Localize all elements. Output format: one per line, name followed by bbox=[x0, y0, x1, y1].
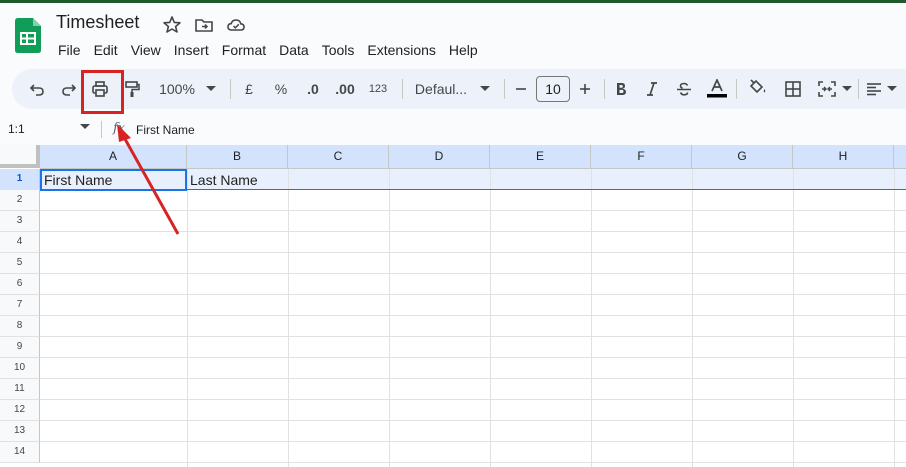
number-format-button[interactable]: 123 bbox=[365, 69, 391, 109]
column-header-a[interactable]: A bbox=[40, 145, 187, 169]
bold-icon bbox=[617, 83, 626, 95]
chevron-down-icon bbox=[206, 86, 216, 91]
column-header-f[interactable]: F bbox=[591, 145, 692, 169]
select-all-corner[interactable] bbox=[0, 145, 40, 168]
plus-icon bbox=[580, 84, 590, 94]
row-header-1[interactable]: 1 bbox=[0, 169, 40, 190]
fill-color-icon bbox=[749, 79, 766, 94]
column-header-h[interactable]: H bbox=[793, 145, 894, 169]
redo-button[interactable] bbox=[58, 69, 80, 109]
row-header-12[interactable]: 12 bbox=[0, 400, 40, 421]
row-header-14[interactable]: 14 bbox=[0, 442, 40, 463]
text-color-icon bbox=[707, 79, 727, 98]
menu-edit[interactable]: Edit bbox=[93, 40, 124, 61]
minus-icon bbox=[516, 88, 526, 90]
move-to-folder-icon[interactable] bbox=[194, 15, 214, 35]
align-left-icon bbox=[867, 83, 881, 96]
merge-cells-button[interactable] bbox=[816, 69, 838, 109]
font-select[interactable]: Defaul... bbox=[412, 69, 470, 109]
increase-font-size-button[interactable] bbox=[577, 69, 593, 109]
fill-color-button[interactable] bbox=[747, 69, 769, 109]
cloud-saved-icon[interactable] bbox=[226, 15, 246, 35]
row-header-10[interactable]: 10 bbox=[0, 358, 40, 379]
row-header-11[interactable]: 11 bbox=[0, 379, 40, 400]
italic-button[interactable] bbox=[643, 69, 661, 109]
decrease-font-size-button[interactable] bbox=[513, 69, 529, 109]
increase-decimal-button[interactable]: .00 bbox=[333, 69, 357, 109]
strikethrough-icon bbox=[677, 82, 691, 96]
merge-cells-icon bbox=[818, 81, 836, 97]
bold-button[interactable] bbox=[612, 69, 630, 109]
text-color-button[interactable] bbox=[706, 69, 728, 109]
column-header-partial[interactable] bbox=[894, 145, 906, 169]
decrease-decimal-button[interactable]: .0 bbox=[301, 69, 325, 109]
font-size-input[interactable]: 10 bbox=[536, 76, 570, 102]
borders-button[interactable] bbox=[783, 69, 803, 109]
undo-button[interactable] bbox=[26, 69, 48, 109]
menu-tools[interactable]: Tools bbox=[321, 40, 361, 61]
menu-data[interactable]: Data bbox=[278, 40, 315, 61]
strikethrough-button[interactable] bbox=[675, 69, 693, 109]
toolbar: 100% £ % .0 .00 123 Defaul... 10 bbox=[12, 69, 906, 109]
chevron-down-icon[interactable] bbox=[80, 124, 90, 130]
document-title[interactable]: Timesheet bbox=[56, 12, 139, 33]
align-dropdown[interactable] bbox=[886, 69, 898, 109]
decrease-decimal-label: .0 bbox=[307, 81, 319, 97]
percent-format-button[interactable]: % bbox=[272, 69, 290, 109]
italic-icon bbox=[647, 82, 657, 96]
paint-format-button[interactable] bbox=[122, 69, 142, 109]
name-box[interactable]: 1:1 bbox=[8, 122, 25, 136]
row-header-5[interactable]: 5 bbox=[0, 253, 40, 274]
undo-icon bbox=[29, 84, 44, 96]
paint-format-icon bbox=[125, 81, 140, 97]
menu-insert[interactable]: Insert bbox=[173, 40, 215, 61]
fx-icon: fx bbox=[113, 121, 126, 136]
chevron-down-icon bbox=[480, 86, 490, 91]
column-header-e[interactable]: E bbox=[490, 145, 591, 169]
row-header-6[interactable]: 6 bbox=[0, 274, 40, 295]
row-header-4[interactable]: 4 bbox=[0, 232, 40, 253]
print-button-highlight bbox=[81, 70, 124, 114]
cell-b1[interactable]: Last Name bbox=[190, 172, 258, 188]
row-header-3[interactable]: 3 bbox=[0, 211, 40, 232]
column-header-c[interactable]: C bbox=[288, 145, 389, 169]
menu-extensions[interactable]: Extensions bbox=[366, 40, 441, 61]
menu-help[interactable]: Help bbox=[448, 40, 484, 61]
menu-bar: File Edit View Insert Format Data Tools … bbox=[57, 40, 490, 61]
zoom-dropdown[interactable] bbox=[204, 69, 218, 109]
redo-icon bbox=[62, 84, 77, 96]
font-dropdown[interactable] bbox=[478, 69, 492, 109]
column-header-b[interactable]: B bbox=[187, 145, 288, 169]
borders-icon bbox=[785, 81, 801, 97]
horizontal-align-button[interactable] bbox=[865, 69, 883, 109]
row-header-7[interactable]: 7 bbox=[0, 295, 40, 316]
row-1-selection-border bbox=[187, 189, 906, 190]
increase-decimal-label: .00 bbox=[335, 81, 355, 97]
spreadsheet-grid[interactable]: A B C D E F G H 1 2 3 4 5 6 7 8 9 10 11 … bbox=[0, 145, 906, 467]
menu-view[interactable]: View bbox=[130, 40, 167, 61]
chevron-down-icon bbox=[842, 86, 852, 91]
menu-format[interactable]: Format bbox=[221, 40, 272, 61]
column-header-d[interactable]: D bbox=[389, 145, 490, 169]
window-top-border bbox=[0, 0, 906, 3]
column-header-g[interactable]: G bbox=[692, 145, 793, 169]
formula-bar-divider bbox=[101, 121, 102, 138]
row-header-9[interactable]: 9 bbox=[0, 337, 40, 358]
sheets-logo-icon[interactable] bbox=[15, 18, 41, 53]
star-icon[interactable] bbox=[162, 15, 182, 35]
zoom-select[interactable]: 100% bbox=[157, 69, 197, 109]
chevron-down-icon bbox=[887, 86, 897, 91]
currency-format-button[interactable]: £ bbox=[240, 69, 258, 109]
row-header-13[interactable]: 13 bbox=[0, 421, 40, 442]
formula-input[interactable]: First Name bbox=[136, 123, 195, 137]
merge-dropdown[interactable] bbox=[841, 69, 853, 109]
row-header-2[interactable]: 2 bbox=[0, 190, 40, 211]
row-header-8[interactable]: 8 bbox=[0, 316, 40, 337]
menu-file[interactable]: File bbox=[57, 40, 87, 61]
active-cell-cursor bbox=[40, 169, 187, 191]
